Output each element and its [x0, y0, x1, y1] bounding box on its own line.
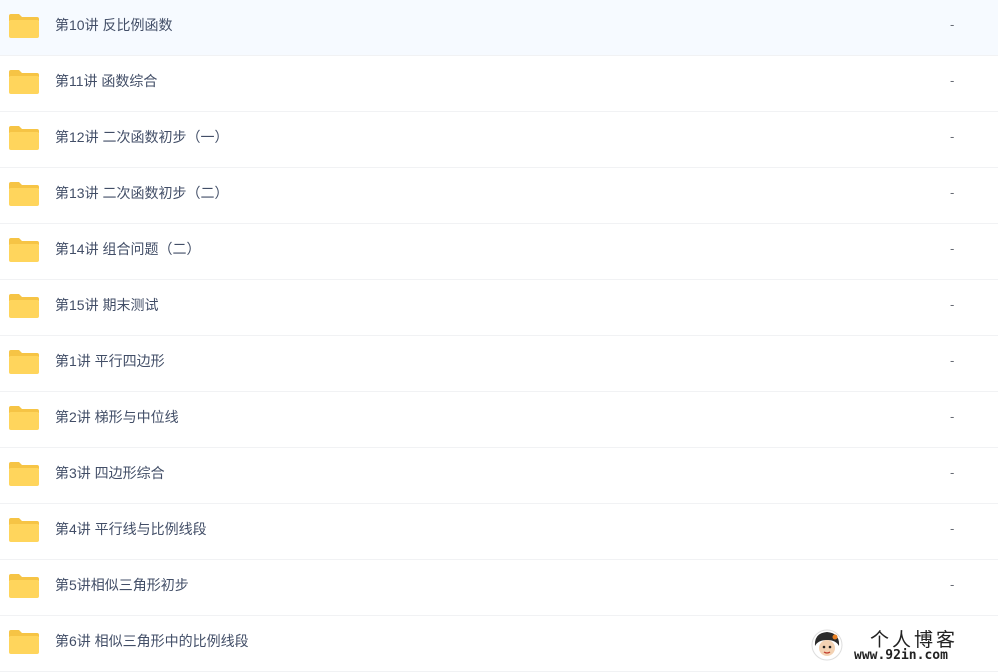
folder-icon [9, 294, 39, 318]
folder-size: - [950, 465, 955, 480]
folder-icon [9, 574, 39, 598]
folder-size: - [950, 577, 955, 592]
folder-name[interactable]: 第2讲 梯形与中位线 [55, 392, 179, 442]
folder-icon [9, 238, 39, 262]
folder-size: - [950, 297, 955, 312]
folder-name[interactable]: 第3讲 四边形综合 [55, 448, 165, 498]
folder-name[interactable]: 第12讲 二次函数初步（一） [55, 112, 228, 162]
watermark-url: www.92in.com [854, 648, 948, 663]
list-item[interactable]: 第15讲 期末测试 - [0, 280, 998, 336]
folder-size: - [950, 129, 955, 144]
folder-name[interactable]: 第5讲相似三角形初步 [55, 560, 189, 610]
folder-name[interactable]: 第6讲 相似三角形中的比例线段 [55, 616, 249, 666]
list-item[interactable]: 第4讲 平行线与比例线段 - [0, 504, 998, 560]
folder-name[interactable]: 第10讲 反比例函数 [55, 0, 172, 50]
file-list: 第10讲 反比例函数 - 第11讲 函数综合 - 第12讲 二次函数初步（一） … [0, 0, 1002, 672]
folder-icon [9, 630, 39, 654]
list-item[interactable]: 第1讲 平行四边形 - [0, 336, 998, 392]
folder-icon [9, 14, 39, 38]
folder-size: - [950, 17, 955, 32]
folder-icon [9, 462, 39, 486]
folder-size: - [950, 521, 955, 536]
list-item[interactable]: 第5讲相似三角形初步 - [0, 560, 998, 616]
list-item[interactable]: 第3讲 四边形综合 - [0, 448, 998, 504]
list-item[interactable]: 第13讲 二次函数初步（二） - [0, 168, 998, 224]
folder-icon [9, 182, 39, 206]
folder-name[interactable]: 第1讲 平行四边形 [55, 336, 165, 386]
folder-size: - [950, 185, 955, 200]
folder-icon [9, 350, 39, 374]
avatar-logo [811, 629, 843, 661]
folder-size: - [950, 241, 955, 256]
folder-name[interactable]: 第14讲 组合问题（二） [55, 224, 200, 274]
folder-icon [9, 126, 39, 150]
folder-size: - [950, 73, 955, 88]
folder-name[interactable]: 第13讲 二次函数初步（二） [55, 168, 228, 218]
list-item[interactable]: 第2讲 梯形与中位线 - [0, 392, 998, 448]
watermark: 个人博客 www.92in.com [806, 624, 994, 666]
folder-size: - [950, 409, 955, 424]
folder-name[interactable]: 第15讲 期末测试 [55, 280, 158, 330]
folder-icon [9, 70, 39, 94]
folder-icon [9, 518, 39, 542]
list-item[interactable]: 第10讲 反比例函数 - [0, 0, 998, 56]
folder-name[interactable]: 第11讲 函数综合 [55, 56, 157, 106]
list-item[interactable]: 第11讲 函数综合 - [0, 56, 998, 112]
folder-size: - [950, 353, 955, 368]
folder-name[interactable]: 第4讲 平行线与比例线段 [55, 504, 207, 554]
list-item[interactable]: 第14讲 组合问题（二） - [0, 224, 998, 280]
folder-icon [9, 406, 39, 430]
list-item[interactable]: 第12讲 二次函数初步（一） - [0, 112, 998, 168]
